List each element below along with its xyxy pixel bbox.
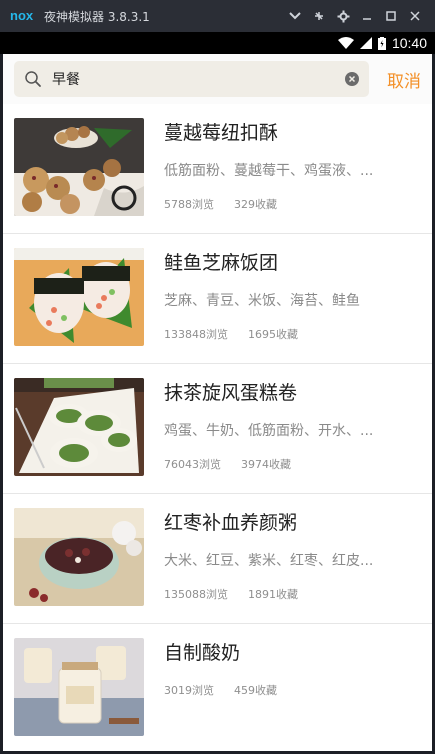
recipe-item[interactable]: 红枣补血养颜粥 大米、红豆、紫米、红枣、红皮... 135088浏览 1891收… [3, 494, 432, 624]
nox-logo: nox [10, 8, 34, 23]
recipe-info: 鲑鱼芝麻饭团 芝麻、青豆、米饭、海苔、鲑鱼 133848浏览 1695收藏 [164, 250, 414, 342]
view-count: 76043浏览 [164, 458, 221, 471]
recipe-stats: 76043浏览 3974收藏 [164, 456, 414, 472]
recipe-image [14, 508, 144, 606]
recipe-stats: 135088浏览 1891收藏 [164, 586, 414, 602]
recipe-title: 蔓越莓纽扣酥 [164, 122, 279, 144]
search-header: 取消 [3, 54, 432, 104]
recipe-title: 自制酸奶 [164, 642, 241, 664]
battery-icon [377, 36, 386, 50]
cancel-button[interactable]: 取消 [387, 67, 421, 92]
maximize-icon[interactable] [379, 4, 403, 28]
recipe-list: 蔓越莓纽扣酥 低筋面粉、蔓越莓干、鸡蛋液、... 5788浏览 329收藏 鲑鱼… [3, 104, 432, 751]
recipe-ingredients: 芝麻、青豆、米饭、海苔、鲑鱼 [164, 293, 360, 309]
close-icon[interactable] [403, 4, 427, 28]
clock: 10:40 [391, 35, 427, 51]
signal-icon [359, 37, 372, 49]
favorite-count: 329收藏 [234, 198, 277, 211]
view-count: 5788浏览 [164, 198, 214, 211]
recipe-info: 红枣补血养颜粥 大米、红豆、紫米、红枣、红皮... 135088浏览 1891收… [164, 510, 414, 602]
recipe-info: 自制酸奶 3019浏览 459收藏 [164, 640, 414, 698]
recipe-stats: 5788浏览 329收藏 [164, 196, 414, 212]
recipe-info: 蔓越莓纽扣酥 低筋面粉、蔓越莓干、鸡蛋液、... 5788浏览 329收藏 [164, 120, 414, 212]
search-icon [25, 71, 41, 87]
search-input[interactable] [50, 70, 324, 88]
chevron-down-icon[interactable] [283, 4, 307, 28]
window-controls [283, 4, 427, 28]
app-screen: 取消 蔓越莓纽扣酥 [3, 54, 432, 751]
view-count: 135088浏览 [164, 588, 228, 601]
status-bar: 10:40 [0, 32, 435, 54]
emulator-title: 夜神模拟器 3.8.3.1 [44, 9, 150, 24]
minimize-icon[interactable] [355, 4, 379, 28]
favorite-count: 3974收藏 [241, 458, 291, 471]
recipe-item[interactable]: 抹茶旋风蛋糕卷 鸡蛋、牛奶、低筋面粉、开水、... 76043浏览 3974收藏 [3, 364, 432, 494]
pin-icon[interactable] [307, 4, 331, 28]
recipe-title: 鲑鱼芝麻饭团 [164, 252, 279, 274]
recipe-title: 红枣补血养颜粥 [164, 512, 298, 534]
recipe-item[interactable]: 鲑鱼芝麻饭团 芝麻、青豆、米饭、海苔、鲑鱼 133848浏览 1695收藏 [3, 234, 432, 364]
favorite-count: 1695收藏 [248, 328, 298, 341]
view-count: 133848浏览 [164, 328, 228, 341]
favorite-count: 459收藏 [234, 684, 277, 697]
recipe-ingredients: 鸡蛋、牛奶、低筋面粉、开水、... [164, 423, 374, 439]
clear-icon[interactable] [345, 72, 359, 86]
recipe-item[interactable]: 蔓越莓纽扣酥 低筋面粉、蔓越莓干、鸡蛋液、... 5788浏览 329收藏 [3, 104, 432, 234]
recipe-ingredients: 大米、红豆、紫米、红枣、红皮... [164, 553, 374, 569]
recipe-item[interactable]: 自制酸奶 3019浏览 459收藏 [3, 624, 432, 751]
recipe-image [14, 118, 144, 216]
recipe-title: 抹茶旋风蛋糕卷 [164, 382, 298, 404]
recipe-image [14, 638, 144, 736]
view-count: 3019浏览 [164, 684, 214, 697]
recipe-image [14, 248, 144, 346]
favorite-count: 1891收藏 [248, 588, 298, 601]
recipe-image [14, 378, 144, 476]
wifi-icon [337, 37, 354, 49]
gear-icon[interactable] [331, 4, 355, 28]
recipe-ingredients: 低筋面粉、蔓越莓干、鸡蛋液、... [164, 163, 374, 179]
recipe-stats: 3019浏览 459收藏 [164, 682, 414, 698]
recipe-stats: 133848浏览 1695收藏 [164, 326, 414, 342]
recipe-info: 抹茶旋风蛋糕卷 鸡蛋、牛奶、低筋面粉、开水、... 76043浏览 3974收藏 [164, 380, 414, 472]
emulator-title-bar: nox 夜神模拟器 3.8.3.1 [0, 0, 435, 32]
search-box[interactable] [14, 61, 369, 97]
